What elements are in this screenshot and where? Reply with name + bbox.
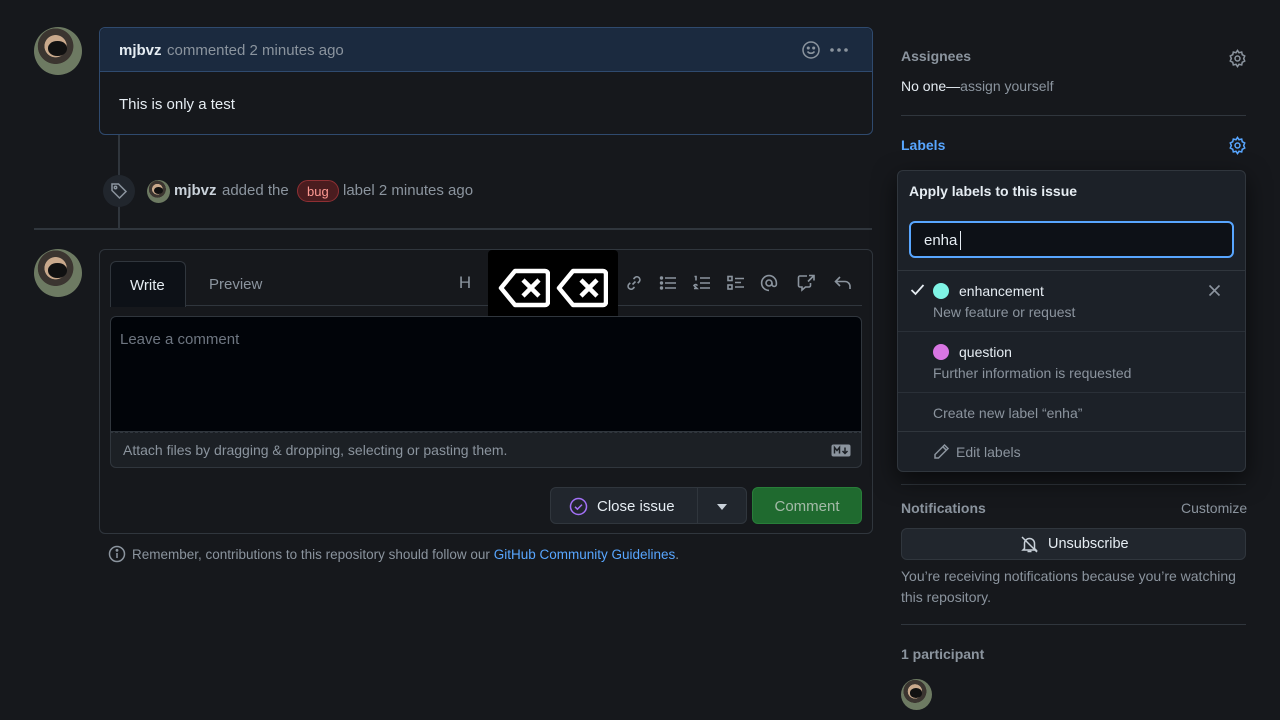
link-icon[interactable] bbox=[621, 270, 647, 296]
labels-filter-value: enha bbox=[924, 232, 958, 249]
text-caret bbox=[960, 231, 961, 250]
check-icon bbox=[910, 283, 925, 296]
backspace-key-icon bbox=[498, 268, 550, 308]
label-color-swatch bbox=[933, 283, 949, 299]
assignees-title[interactable]: Assignees bbox=[901, 48, 971, 64]
comment-textarea[interactable]: Leave a comment bbox=[110, 316, 862, 432]
assign-yourself-link[interactable]: assign yourself bbox=[960, 78, 1053, 94]
assignees-gear-icon[interactable] bbox=[1226, 47, 1248, 69]
unordered-list-icon[interactable] bbox=[655, 270, 681, 296]
create-new-label-text: Create new label “enha” bbox=[933, 405, 1083, 421]
assignees-value: No one—assign yourself bbox=[901, 78, 1054, 94]
task-list-icon[interactable] bbox=[723, 270, 749, 296]
sidebar-divider bbox=[901, 115, 1246, 116]
timeline-line bbox=[118, 206, 120, 228]
tab-write-label: Write bbox=[130, 277, 165, 294]
labels-popup-title: Apply labels to this issue bbox=[909, 183, 1078, 199]
create-new-label-option[interactable]: Create new label “enha” bbox=[898, 394, 1245, 432]
comment-body: This is only a test bbox=[119, 96, 235, 113]
ordered-list-icon[interactable] bbox=[689, 270, 715, 296]
comment-header: mjbvz commented 2 minutes ago bbox=[100, 28, 872, 72]
label-option-name: enhancement bbox=[959, 283, 1044, 299]
labels-popup: Apply labels to this issue enha enhancem… bbox=[897, 170, 1246, 472]
labels-gear-icon[interactable] bbox=[1226, 134, 1248, 156]
participants-title: 1 participant bbox=[901, 646, 985, 662]
event-author-avatar[interactable] bbox=[147, 180, 170, 203]
timeline-separator bbox=[34, 228, 872, 230]
community-guidelines-link[interactable]: GitHub Community Guidelines bbox=[494, 547, 676, 562]
notifications-reason: You’re receiving notifications because y… bbox=[901, 568, 1236, 605]
label-option-description: Further information is requested bbox=[933, 365, 1132, 381]
current-user-avatar[interactable] bbox=[34, 249, 82, 297]
comment-button-label: Comment bbox=[774, 498, 840, 515]
reply-icon[interactable] bbox=[830, 270, 856, 296]
comment-button[interactable]: Comment bbox=[752, 487, 862, 524]
cross-reference-icon[interactable] bbox=[793, 270, 819, 296]
kebab-menu-icon[interactable] bbox=[828, 39, 850, 61]
attach-files-hint: Attach files by dragging & dropping, sel… bbox=[123, 442, 508, 458]
tab-preview-label: Preview bbox=[209, 276, 263, 293]
participant-avatar[interactable] bbox=[901, 679, 932, 710]
comment-timestamp: commented 2 minutes ago bbox=[167, 42, 344, 59]
bug-label-badge[interactable]: bug bbox=[297, 180, 339, 202]
keystroke-overlay bbox=[488, 250, 618, 324]
label-option-enhancement[interactable]: enhancement New feature or request bbox=[898, 271, 1245, 332]
unsubscribe-label: Unsubscribe bbox=[1048, 536, 1129, 552]
label-option-question[interactable]: question Further information is requeste… bbox=[898, 333, 1245, 393]
comment-placeholder: Leave a comment bbox=[120, 331, 240, 348]
customize-link[interactable]: Customize bbox=[1181, 500, 1247, 516]
emoji-reaction-icon[interactable] bbox=[800, 39, 822, 61]
tab-write[interactable]: Write bbox=[110, 261, 186, 307]
sidebar-divider bbox=[901, 624, 1246, 625]
bell-slash-icon bbox=[1020, 535, 1039, 554]
label-option-description: New feature or request bbox=[933, 304, 1076, 320]
markdown-icon[interactable] bbox=[831, 444, 851, 457]
notifications-title: Notifications bbox=[901, 500, 986, 516]
event-author[interactable]: mjbvz bbox=[174, 182, 217, 199]
info-icon bbox=[108, 545, 126, 563]
remove-label-icon[interactable] bbox=[1208, 284, 1221, 297]
label-option-name: question bbox=[959, 344, 1012, 360]
comment-card: mjbvz commented 2 minutes ago This is on… bbox=[99, 27, 873, 135]
labels-title[interactable]: Labels bbox=[901, 137, 945, 153]
label-color-swatch bbox=[933, 344, 949, 360]
issue-closed-icon bbox=[569, 497, 588, 516]
triangle-down-icon bbox=[717, 504, 727, 510]
pencil-icon bbox=[933, 443, 950, 460]
event-action: added the bbox=[222, 182, 289, 199]
close-issue-dropdown[interactable] bbox=[697, 487, 747, 524]
tab-preview[interactable]: Preview bbox=[200, 261, 276, 307]
comment-author[interactable]: mjbvz bbox=[119, 42, 162, 59]
mention-icon[interactable] bbox=[756, 270, 782, 296]
event-suffix: label 2 minutes ago bbox=[343, 182, 474, 199]
unsubscribe-button[interactable]: Unsubscribe bbox=[901, 528, 1246, 560]
edit-labels-link[interactable]: Edit labels bbox=[898, 433, 1245, 471]
close-issue-button[interactable]: Close issue bbox=[550, 487, 698, 524]
close-issue-label: Close issue bbox=[597, 498, 675, 515]
heading-icon[interactable]: H bbox=[452, 270, 478, 296]
edit-labels-text: Edit labels bbox=[956, 444, 1021, 460]
tag-icon bbox=[103, 175, 135, 207]
sidebar-divider bbox=[901, 484, 1246, 485]
labels-filter-input[interactable]: enha bbox=[909, 221, 1234, 258]
comment-author-avatar[interactable] bbox=[34, 27, 82, 75]
timeline-line bbox=[118, 135, 120, 175]
backspace-key-icon bbox=[556, 268, 608, 308]
guidelines-reminder: Remember, contributions to this reposito… bbox=[132, 547, 680, 562]
attach-files-bar[interactable]: Attach files by dragging & dropping, sel… bbox=[110, 432, 862, 468]
